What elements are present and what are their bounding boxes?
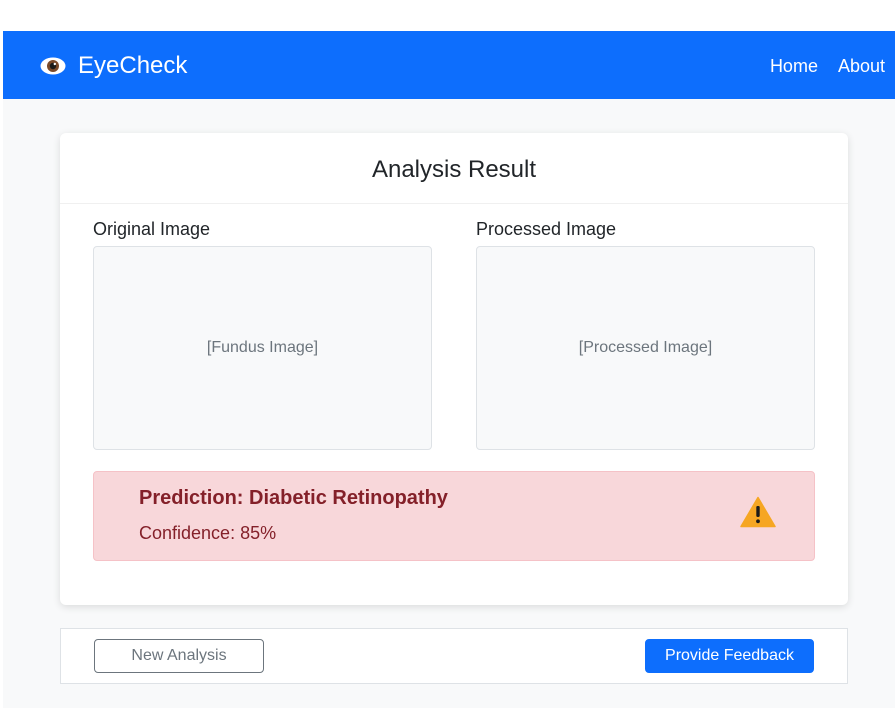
nav-links: Home About bbox=[770, 56, 885, 77]
action-bar: New Analysis Provide Feedback bbox=[60, 628, 848, 684]
processed-image-placeholder: [Processed Image] bbox=[476, 246, 815, 450]
app-root: EyeCheck Home About Analysis Result Orig… bbox=[3, 31, 895, 708]
page-title: Analysis Result bbox=[371, 156, 537, 183]
processed-image-section: Processed Image [Processed Image] bbox=[476, 217, 816, 450]
original-image-placeholder: [Fundus Image] bbox=[93, 246, 432, 450]
card-header: Analysis Result bbox=[60, 133, 848, 204]
original-image-section: Original Image [Fundus Image] bbox=[93, 217, 433, 450]
prediction-confidence: Confidence: 85% bbox=[139, 523, 277, 543]
provide-feedback-button[interactable]: Provide Feedback bbox=[645, 639, 814, 673]
new-analysis-button[interactable]: New Analysis bbox=[94, 639, 264, 673]
prediction-alert: Prediction: Diabetic Retinopathy Confide… bbox=[93, 471, 815, 561]
brand[interactable]: EyeCheck bbox=[40, 51, 187, 81]
result-card: Analysis Result Original Image [Fundus I… bbox=[60, 133, 848, 605]
eye-icon bbox=[40, 57, 66, 75]
prediction-title: Prediction: Diabetic Retinopathy bbox=[139, 487, 448, 509]
nav-link-about[interactable]: About bbox=[838, 56, 885, 77]
navbar: EyeCheck Home About bbox=[3, 31, 895, 99]
original-image-label: Original Image bbox=[93, 219, 211, 239]
nav-link-home[interactable]: Home bbox=[770, 56, 818, 77]
warning-icon bbox=[740, 496, 776, 528]
processed-image-label: Processed Image bbox=[476, 219, 617, 239]
brand-name: EyeCheck bbox=[78, 52, 188, 79]
